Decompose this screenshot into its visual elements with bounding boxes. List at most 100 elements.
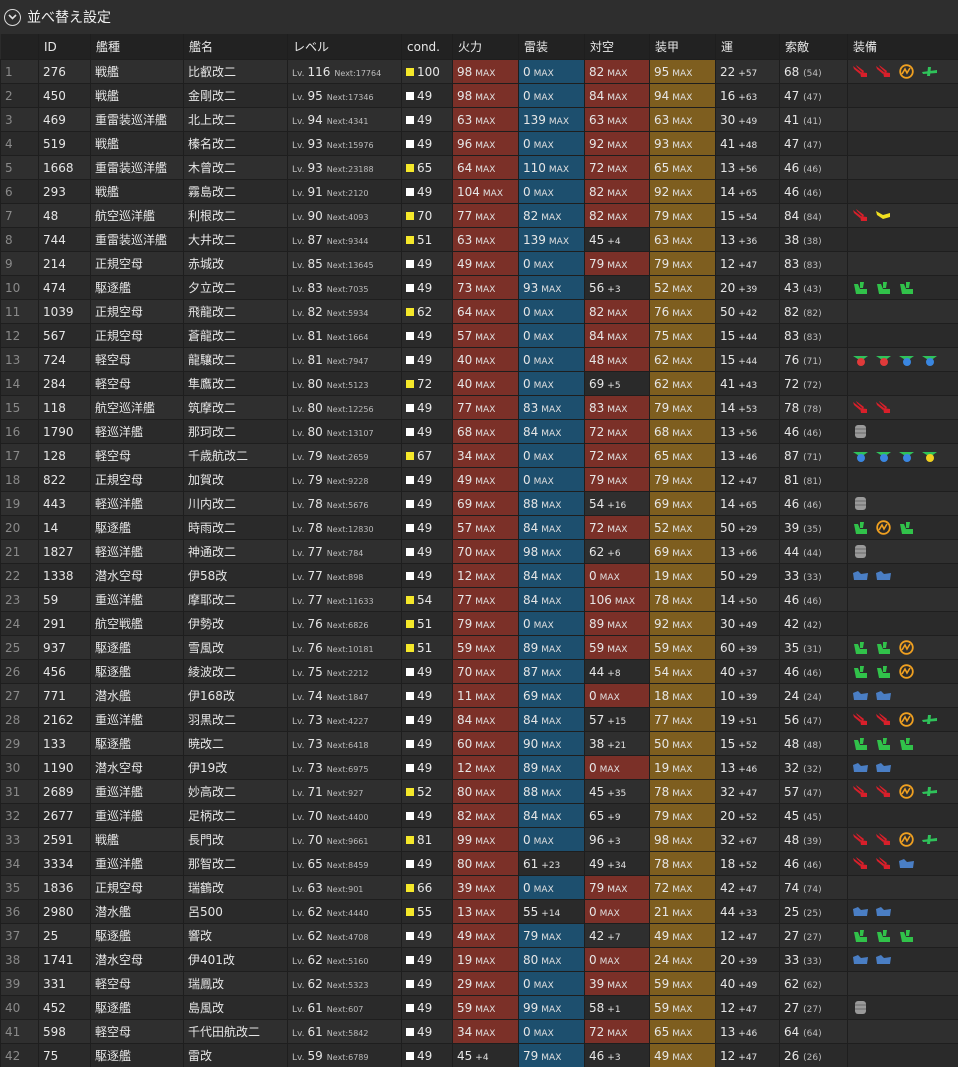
green-gun-icon[interactable] [875,664,892,679]
table-row[interactable]: 211827軽巡洋艦神通改二Lv.77Next:7844970MAX98MAX6… [1,540,958,564]
table-row[interactable]: 39331軽空母瑞鳳改Lv.62Next:53234929MAX0MAX39MA… [1,972,958,996]
column-header-antiair[interactable]: 対空 [585,34,650,60]
table-row[interactable]: 111039正規空母飛龍改二Lv.82Next:59346264MAX0MAX8… [1,300,958,324]
table-row[interactable]: 362980潜水艦呂500Lv.62Next:44405513MAX55+140… [1,900,958,924]
green-gun-icon[interactable] [852,640,869,655]
table-row[interactable]: 6293戦艦霧島改二Lv.91Next:212049104MAX0MAX82MA… [1,180,958,204]
table-row[interactable]: 18822正規空母加賀改Lv.79Next:92284949MAX0MAX79M… [1,468,958,492]
plane-blue-icon[interactable] [852,448,869,463]
torpedo-icon[interactable] [852,568,869,583]
green-gun-icon[interactable] [875,928,892,943]
red-gun-icon[interactable] [852,832,869,847]
drum-icon[interactable] [852,496,869,511]
green-plane-icon[interactable] [921,712,938,727]
table-row[interactable]: 161790軽巡洋艦那珂改二Lv.80Next:131074968MAX84MA… [1,420,958,444]
red-gun-icon[interactable] [852,856,869,871]
table-row[interactable]: 8744重雷装巡洋艦大井改二Lv.87Next:93445163MAX139MA… [1,228,958,252]
table-row[interactable]: 381741潜水空母伊401改Lv.62Next:51604919MAX80MA… [1,948,958,972]
red-gun-icon[interactable] [852,208,869,223]
torpedo-icon[interactable] [852,952,869,967]
table-row[interactable]: 4519戦艦榛名改二Lv.93Next:159764996MAX0MAX92MA… [1,132,958,156]
table-row[interactable]: 351836正規空母瑞鶴改Lv.63Next:9016639MAX0MAX79M… [1,876,958,900]
red-gun-icon[interactable] [875,712,892,727]
table-row[interactable]: 312689重巡洋艦妙高改二Lv.71Next:9275280MAX88MAX4… [1,780,958,804]
table-row[interactable]: 51668重雷装巡洋艦木曾改二Lv.93Next:231886564MAX110… [1,156,958,180]
column-header-los[interactable]: 索敵 [780,34,848,60]
green-plane-icon[interactable] [921,64,938,79]
torpedo-icon[interactable] [852,904,869,919]
red-gun-icon[interactable] [875,832,892,847]
table-row[interactable]: 2014駆逐艦時雨改二Lv.78Next:128304957MAX84MAX72… [1,516,958,540]
orange-circle-icon[interactable] [898,832,915,847]
green-gun-icon[interactable] [852,280,869,295]
plane-red-icon[interactable] [852,352,869,367]
table-row[interactable]: 17128軽空母千歳航改二Lv.79Next:26596734MAX0MAX72… [1,444,958,468]
table-row[interactable]: 40452駆逐艦島風改Lv.61Next:6074959MAX99MAX58+1… [1,996,958,1020]
red-gun-icon[interactable] [875,784,892,799]
plane-blue-icon[interactable] [921,352,938,367]
table-row[interactable]: 221338潜水空母伊58改Lv.77Next:8984912MAX84MAX0… [1,564,958,588]
table-row[interactable]: 3725駆逐艦響改Lv.62Next:47084949MAX79MAX42+74… [1,924,958,948]
green-gun-icon[interactable] [852,520,869,535]
table-row[interactable]: 748航空巡洋艦利根改二Lv.90Next:40937077MAX82MAX82… [1,204,958,228]
yellow-plane-icon[interactable] [875,208,892,223]
green-gun-icon[interactable] [852,736,869,751]
table-row[interactable]: 29133駆逐艦暁改二Lv.73Next:64184960MAX90MAX38+… [1,732,958,756]
green-gun-icon[interactable] [875,640,892,655]
green-gun-icon[interactable] [875,736,892,751]
red-gun-icon[interactable] [875,856,892,871]
drum-icon[interactable] [852,1000,869,1015]
column-header-torpedo[interactable]: 雷装 [519,34,585,60]
green-gun-icon[interactable] [898,736,915,751]
plane-red-icon[interactable] [875,352,892,367]
chevron-down-icon[interactable] [4,9,21,26]
green-plane-icon[interactable] [921,784,938,799]
green-gun-icon[interactable] [898,520,915,535]
table-row[interactable]: 10474駆逐艦夕立改二Lv.83Next:70354973MAX93MAX56… [1,276,958,300]
drum-icon[interactable] [852,544,869,559]
column-header-type[interactable]: 艦種 [91,34,184,60]
orange-circle-icon[interactable] [898,712,915,727]
red-gun-icon[interactable] [875,400,892,415]
column-header-equipment[interactable]: 装備 [848,34,958,60]
column-header-cond[interactable]: cond. [402,34,453,60]
green-gun-icon[interactable] [852,928,869,943]
table-row[interactable]: 4275駆逐艦雷改Lv.59Next:67894945+479MAX46+349… [1,1044,958,1067]
column-header-firepower[interactable]: 火力 [453,34,519,60]
table-row[interactable]: 1276戦艦比叡改二Lv.116Next:1776410098MAX0MAX82… [1,60,958,84]
table-row[interactable]: 282162重巡洋艦羽黒改二Lv.73Next:42274984MAX84MAX… [1,708,958,732]
table-row[interactable]: 15118航空巡洋艦筑摩改二Lv.80Next:122564977MAX83MA… [1,396,958,420]
torpedo-icon[interactable] [875,904,892,919]
table-row[interactable]: 13724軽空母龍驤改二Lv.81Next:79474940MAX0MAX48M… [1,348,958,372]
table-row[interactable]: 24291航空戦艦伊勢改Lv.76Next:68265179MAX0MAX89M… [1,612,958,636]
table-row[interactable]: 343334重巡洋艦那智改二Lv.65Next:84594980MAX61+23… [1,852,958,876]
torpedo-icon[interactable] [875,952,892,967]
red-gun-icon[interactable] [875,64,892,79]
table-row[interactable]: 2450戦艦金剛改二Lv.95Next:173464998MAX0MAX84MA… [1,84,958,108]
plane-blue-icon[interactable] [898,352,915,367]
table-row[interactable]: 9214正規空母赤城改Lv.85Next:136454949MAX0MAX79M… [1,252,958,276]
table-row[interactable]: 3469重雷装巡洋艦北上改二Lv.94Next:43414963MAX139MA… [1,108,958,132]
green-plane-icon[interactable] [921,832,938,847]
orange-circle-icon[interactable] [898,640,915,655]
green-gun-icon[interactable] [898,928,915,943]
torpedo-icon[interactable] [875,568,892,583]
plane-blue-icon[interactable] [875,448,892,463]
sort-settings-header[interactable]: 並べ替え設定 [0,0,958,34]
table-row[interactable]: 301190潜水空母伊19改Lv.73Next:69754912MAX89MAX… [1,756,958,780]
red-gun-icon[interactable] [852,784,869,799]
table-row[interactable]: 41598軽空母千代田航改二Lv.61Next:58424934MAX0MAX7… [1,1020,958,1044]
orange-circle-icon[interactable] [898,64,915,79]
table-row[interactable]: 19443軽巡洋艦川内改二Lv.78Next:56764969MAX88MAX5… [1,492,958,516]
column-header-level[interactable]: レベル [288,34,402,60]
plane-blue-icon[interactable] [898,448,915,463]
column-header-no[interactable] [1,34,39,60]
orange-circle-icon[interactable] [898,784,915,799]
table-row[interactable]: 14284軽空母隼鷹改二Lv.80Next:51237240MAX0MAX69+… [1,372,958,396]
table-row[interactable]: 12567正規空母蒼龍改二Lv.81Next:16644957MAX0MAX84… [1,324,958,348]
green-gun-icon[interactable] [875,280,892,295]
table-row[interactable]: 322677重巡洋艦足柄改二Lv.70Next:44004982MAX84MAX… [1,804,958,828]
torpedo-icon[interactable] [898,856,915,871]
table-row[interactable]: 332591戦艦長門改Lv.70Next:96618199MAX0MAX96+3… [1,828,958,852]
drum-icon[interactable] [852,424,869,439]
